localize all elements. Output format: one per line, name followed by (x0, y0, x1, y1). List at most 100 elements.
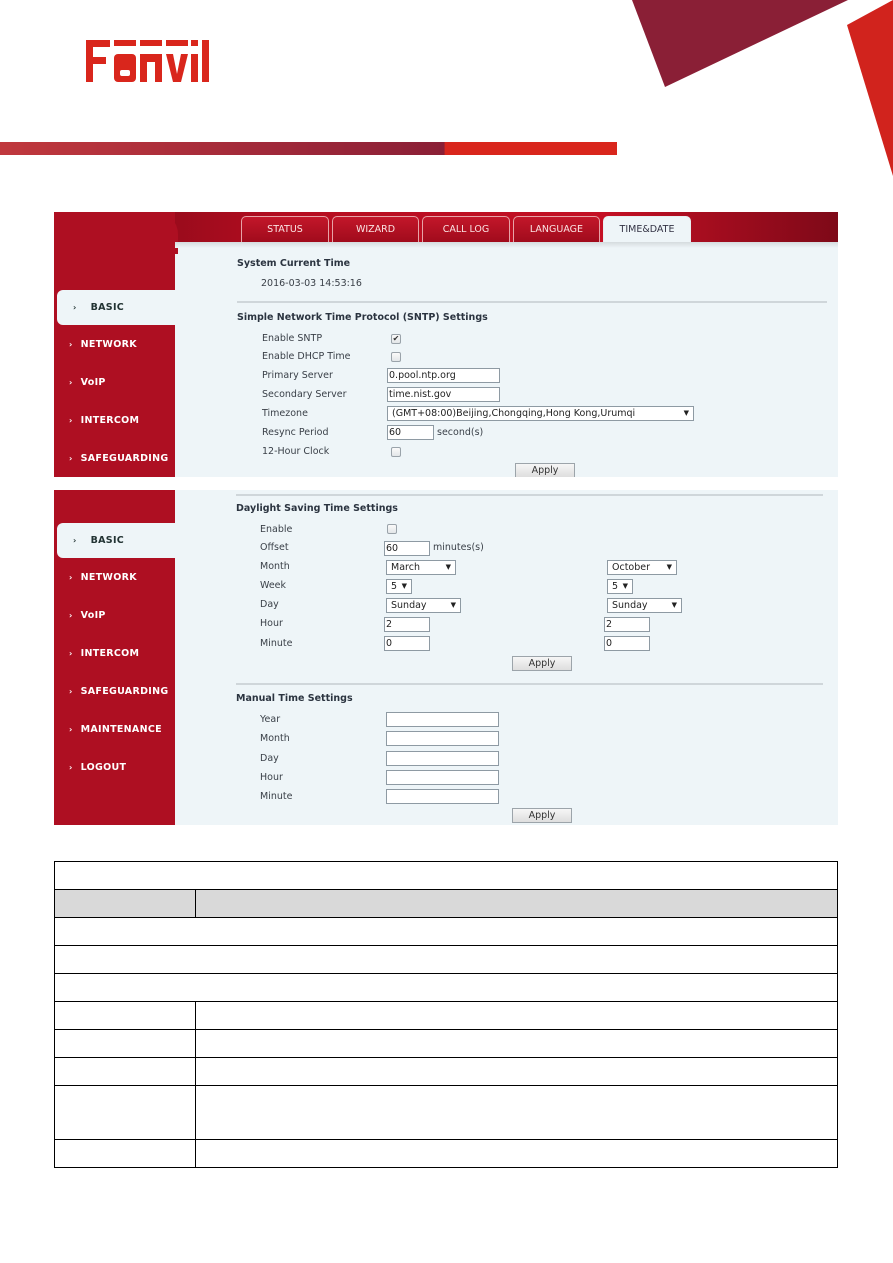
table-cell (195, 1139, 838, 1168)
table-cell (54, 917, 838, 946)
table-cell (54, 1001, 196, 1030)
sidebar-corner (54, 212, 178, 254)
tab-call-log[interactable]: CALL LOG (422, 216, 510, 242)
dst-end-week-select[interactable]: 5 ▼ (607, 579, 633, 594)
divider (236, 683, 823, 685)
chevron-right-icon: › (69, 724, 73, 734)
divider (237, 301, 827, 303)
sidebar-item-network[interactable]: › NETWORK (54, 558, 175, 596)
sntp-title: Simple Network Time Protocol (SNTP) Sett… (237, 312, 488, 323)
tab-wizard[interactable]: WIZARD (332, 216, 419, 242)
select-value: October (612, 562, 651, 573)
sidebar-item-basic[interactable]: › BASIC (57, 523, 175, 558)
manual-apply-button[interactable]: Apply (512, 808, 572, 823)
sidebar-item-safeguarding[interactable]: › SAFEGUARDING (54, 672, 175, 710)
sidebar-item-network[interactable]: › NETWORK (54, 325, 175, 363)
sidebar-item-safeguarding[interactable]: › SAFEGUARDING (54, 439, 175, 477)
dst-end-month-select[interactable]: October ▼ (607, 560, 677, 575)
chevron-right-icon: › (69, 415, 73, 425)
12-hour-clock-label: 12-Hour Clock (262, 446, 330, 457)
table-row (54, 1139, 838, 1168)
divider (236, 494, 823, 496)
manual-day-input[interactable] (386, 751, 499, 766)
dst-day-label: Day (260, 599, 279, 610)
system-time-title: System Current Time (237, 258, 351, 269)
sidebar-nav: › BASIC › NETWORK › VoIP › INTERCOM › SAFEGUA… (54, 290, 175, 477)
chevron-down-icon: ▼ (622, 582, 628, 590)
tab-status[interactable]: STATUS (241, 216, 329, 242)
secondary-server-label: Secondary Server (262, 389, 347, 400)
chevron-down-icon: ▼ (666, 563, 672, 571)
timezone-label: Timezone (262, 408, 308, 419)
resync-unit: second(s) (437, 427, 484, 438)
chevron-down-icon: ▼ (445, 563, 451, 571)
sidebar-item-label: LOGOUT (80, 761, 127, 773)
tab-bar: STATUS WIZARD CALL LOG LANGUAGE TIME&DAT… (241, 216, 691, 242)
chevron-down-icon: ▼ (401, 582, 407, 590)
timezone-select[interactable]: (GMT+08:00)Beijing,Chongqing,Hong Kong,U… (387, 406, 694, 421)
select-value: Sunday (612, 600, 648, 611)
manual-month-input[interactable] (386, 731, 499, 746)
enable-sntp-checkbox[interactable]: ✔ (391, 334, 401, 344)
header-decoration (632, 0, 893, 176)
select-value: 5 (612, 581, 619, 592)
dst-offset-input[interactable]: 60 (384, 541, 430, 556)
dst-end-hour-input[interactable]: 2 (604, 617, 650, 632)
manual-minute-input[interactable] (386, 789, 499, 804)
dst-start-hour-input[interactable]: 2 (384, 617, 430, 632)
table-header-cell (195, 889, 838, 918)
table-cell (195, 1001, 838, 1030)
manual-year-input[interactable] (386, 712, 499, 727)
sidebar-item-label: SAFEGUARDING (80, 452, 169, 464)
manual-year-label: Year (260, 714, 281, 725)
enable-dhcp-label: Enable DHCP Time (262, 351, 351, 362)
chevron-right-icon: › (69, 453, 73, 463)
sidebar-item-maintenance[interactable]: › MAINTENANCE (54, 710, 175, 748)
dst-start-month-select[interactable]: March ▼ (386, 560, 456, 575)
table-cell (54, 1057, 196, 1086)
parameter-table (54, 861, 838, 1168)
chevron-right-icon: › (69, 648, 73, 658)
manual-time-title: Manual Time Settings (236, 693, 353, 704)
table-row (54, 1057, 838, 1086)
table-cell (195, 1085, 838, 1140)
sidebar-item-voip[interactable]: › VoIP (54, 363, 175, 401)
dst-start-day-select[interactable]: Sunday ▼ (386, 598, 461, 613)
tab-time-date[interactable]: TIME&DATE (603, 216, 691, 242)
table-cell (54, 973, 838, 1002)
table-row (54, 1001, 838, 1030)
primary-server-label: Primary Server (262, 370, 333, 381)
screenshot-panel-sntp: STATUS WIZARD CALL LOG LANGUAGE TIME&DAT… (54, 212, 838, 477)
manual-hour-input[interactable] (386, 770, 499, 785)
enable-dhcp-checkbox[interactable] (391, 352, 401, 362)
table-cell (54, 945, 838, 974)
sidebar-item-logout[interactable]: › LOGOUT (54, 748, 175, 786)
select-value: 5 (391, 581, 398, 592)
table-row (54, 861, 838, 890)
dst-end-day-select[interactable]: Sunday ▼ (607, 598, 682, 613)
dst-enable-checkbox[interactable] (387, 524, 397, 534)
manual-day-label: Day (260, 753, 279, 764)
manual-minute-label: Minute (260, 791, 293, 802)
table-cell (195, 1029, 838, 1058)
sidebar-item-basic[interactable]: › BASIC (57, 290, 175, 325)
manual-month-label: Month (260, 733, 290, 744)
sidebar-item-intercom[interactable]: › INTERCOM (54, 634, 175, 672)
dst-start-minute-input[interactable]: 0 (384, 636, 430, 651)
system-time-value: 2016-03-03 14:53:16 (261, 278, 362, 289)
sidebar-item-voip[interactable]: › VoIP (54, 596, 175, 634)
sidebar-item-intercom[interactable]: › INTERCOM (54, 401, 175, 439)
dst-apply-button[interactable]: Apply (512, 656, 572, 671)
sntp-apply-button[interactable]: Apply (515, 463, 575, 477)
12-hour-clock-checkbox[interactable] (391, 447, 401, 457)
chevron-right-icon: › (69, 377, 73, 387)
dst-start-week-select[interactable]: 5 ▼ (386, 579, 412, 594)
tab-language[interactable]: LANGUAGE (513, 216, 600, 242)
manual-hour-label: Hour (260, 772, 283, 783)
resync-period-input[interactable]: 60 (387, 425, 434, 440)
primary-server-input[interactable]: 0.pool.ntp.org (387, 368, 500, 383)
table-header-row (54, 889, 838, 918)
dst-end-minute-input[interactable]: 0 (604, 636, 650, 651)
secondary-server-input[interactable]: time.nist.gov (387, 387, 500, 402)
table-cell (54, 1085, 196, 1140)
